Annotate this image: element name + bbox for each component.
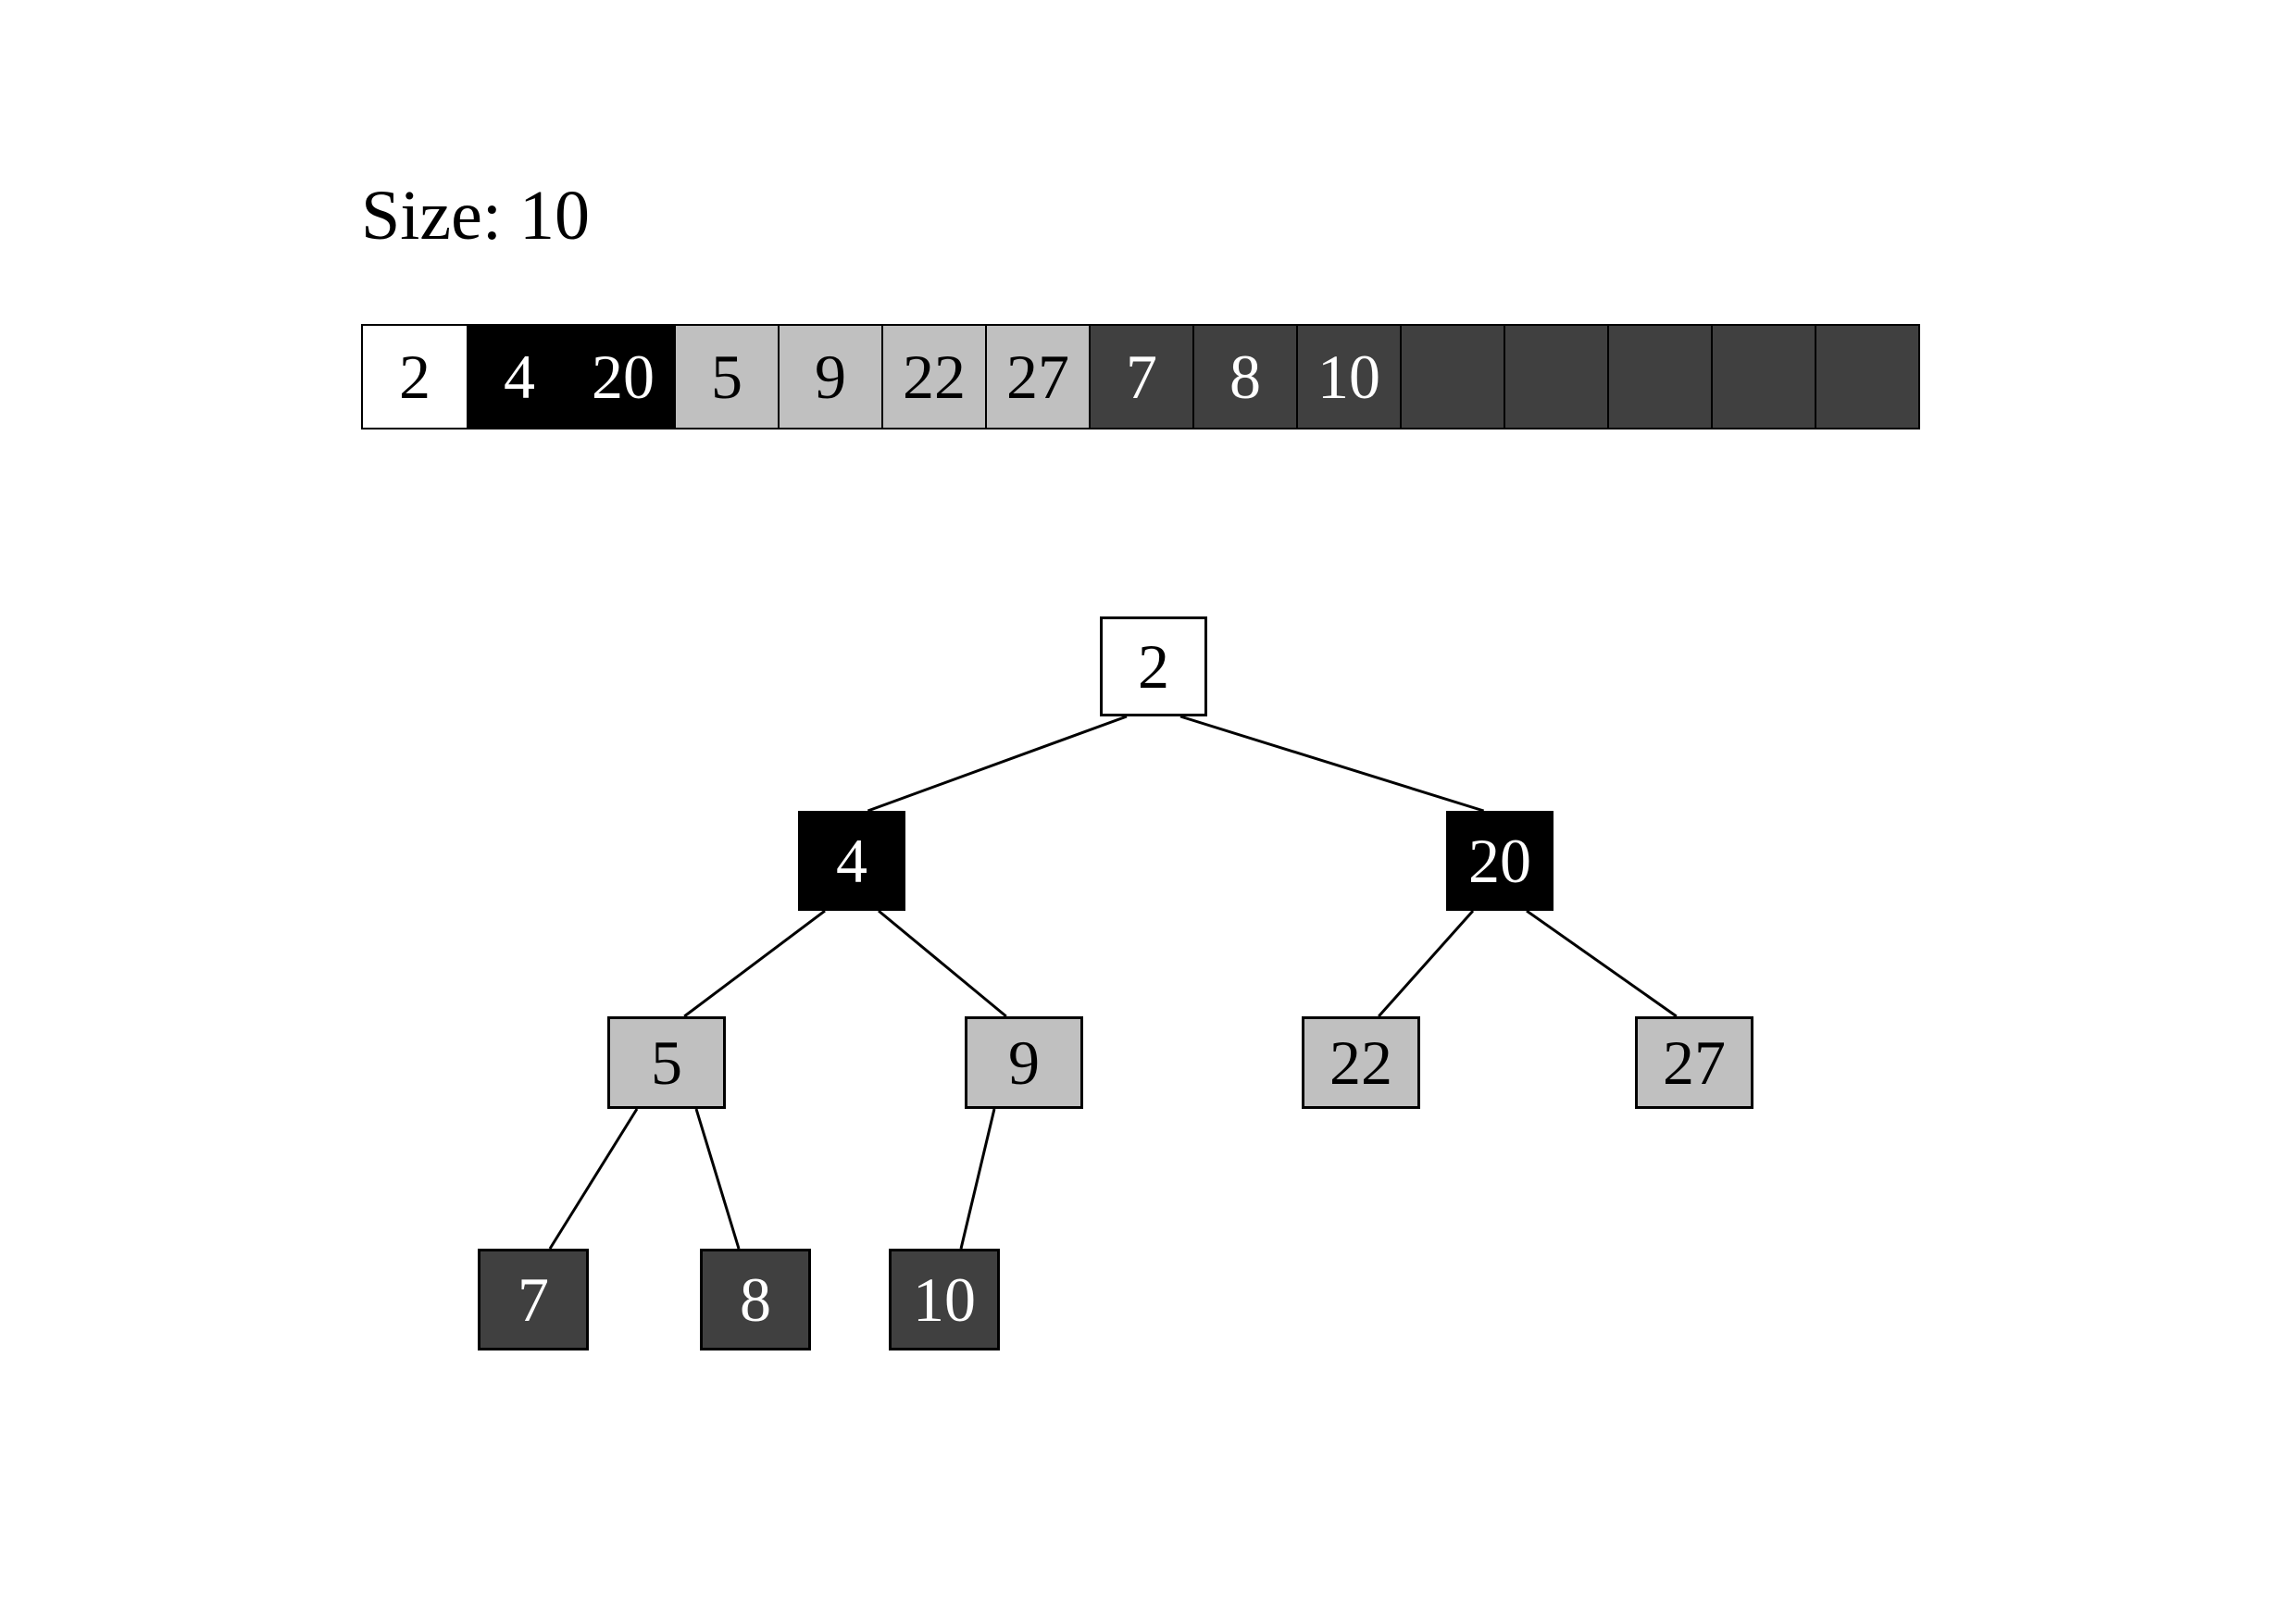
tree-node: 20	[1446, 811, 1554, 911]
heap-tree: 2 4 20 5 9 22 27 7 8 10	[0, 0, 2296, 1618]
tree-node: 4	[798, 811, 905, 911]
tree-node: 27	[1635, 1016, 1753, 1109]
tree-edge	[879, 911, 1006, 1016]
tree-edge	[867, 716, 1127, 811]
tree-node: 7	[478, 1249, 589, 1350]
tree-edge	[1379, 911, 1473, 1016]
tree-edges	[0, 0, 2296, 1618]
tree-edge	[684, 911, 825, 1016]
tree-edge	[696, 1109, 739, 1249]
tree-node: 2	[1100, 616, 1207, 716]
tree-node: 5	[607, 1016, 726, 1109]
diagram-page: Size: 10 24205922277810 24205922277810	[0, 0, 2296, 1618]
tree-node: 10	[889, 1249, 1000, 1350]
tree-edge	[550, 1109, 637, 1249]
tree-edge	[961, 1109, 994, 1249]
tree-node: 9	[965, 1016, 1083, 1109]
tree-edge	[1180, 716, 1484, 811]
tree-node: 8	[700, 1249, 811, 1350]
tree-edge	[1527, 911, 1677, 1016]
tree-node: 22	[1302, 1016, 1420, 1109]
